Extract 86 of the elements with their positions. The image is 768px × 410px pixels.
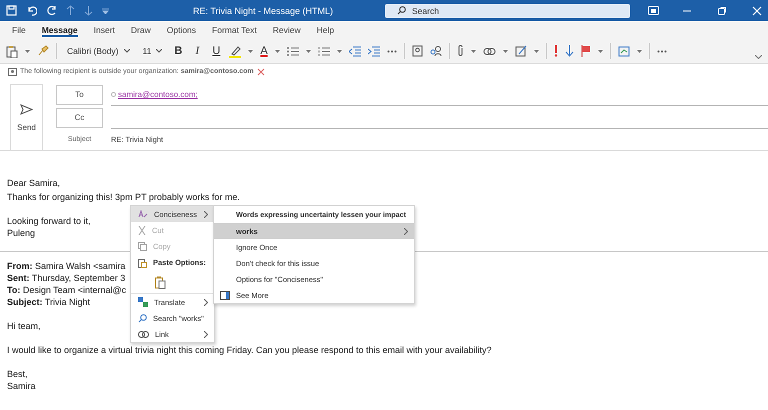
email-text: Looking forward to it, [7, 215, 91, 227]
ribbon-tab[interactable]: Options [158, 21, 204, 39]
copy-icon [138, 242, 147, 250]
undo-icon[interactable] [26, 5, 37, 16]
search-icon [397, 6, 406, 15]
caret-icon[interactable] [502, 50, 508, 52]
low-importance-icon[interactable] [564, 45, 574, 57]
cc-button[interactable]: Cc [56, 108, 103, 128]
paste-keep-text-icon[interactable] [155, 276, 166, 288]
caret-icon[interactable] [534, 50, 539, 52]
underline-button[interactable]: U [210, 45, 222, 57]
close-icon[interactable] [256, 68, 265, 76]
ribbon-tab[interactable]: Message [42, 23, 78, 37]
chevron-right-icon [204, 298, 208, 306]
email-text: Best, [7, 368, 28, 380]
customize-caret-icon[interactable] [102, 8, 109, 14]
ribbon-tab[interactable]: File [4, 21, 34, 39]
send-button[interactable]: Send [10, 84, 43, 151]
ribbon-tab[interactable]: Review [264, 21, 309, 39]
email-text: Puleng [7, 227, 36, 239]
more-icon[interactable] [386, 50, 397, 52]
caret-icon[interactable] [470, 50, 476, 52]
chevron-right-icon [404, 228, 408, 234]
bold-button[interactable]: B [172, 45, 184, 57]
decrease-indent-icon[interactable] [348, 46, 361, 56]
chevron-right-icon [204, 210, 208, 218]
signature-icon[interactable] [514, 45, 527, 57]
email-text: I would like to organize a virtual trivia night this coming Friday. Can you please respond to this email with your availability? [7, 344, 492, 356]
search-field[interactable]: Search [385, 4, 630, 18]
see-more-icon [220, 290, 230, 300]
email-text: Dear Samira, [7, 177, 60, 189]
chevron-icon [124, 49, 130, 53]
flag-icon[interactable] [580, 45, 591, 57]
italic-button[interactable]: I [191, 45, 204, 57]
email-header-line: From: Samira Walsh <samira [7, 260, 126, 272]
clipboard-icon [138, 258, 147, 268]
email-text: Hi team, [7, 320, 41, 332]
restore-icon[interactable] [717, 6, 727, 16]
email-header-line: To: Design Team <internal@c [7, 284, 126, 296]
email-text: Thanks for organizing this! 3pm PT probably works for me. [7, 191, 240, 203]
paste-icon[interactable] [6, 44, 18, 58]
email-header-line: Sent: Thursday, September 3 [7, 272, 126, 284]
spelling-icon [138, 210, 148, 218]
email-text: Samira [7, 380, 36, 392]
format-painter-icon[interactable] [37, 45, 49, 57]
down-arrow-icon[interactable] [84, 5, 93, 16]
address-book-icon[interactable] [412, 45, 423, 57]
search-icon [138, 314, 147, 322]
highlighter-icon[interactable] [229, 44, 242, 58]
window-title: RE: Trivia Night - Message (HTML) [192, 6, 334, 16]
translate-icon [138, 297, 148, 307]
to-field[interactable]: samira@contoso.com; [111, 84, 768, 106]
save-icon[interactable] [6, 5, 17, 16]
link-icon [138, 330, 149, 338]
high-importance-icon[interactable] [554, 45, 558, 57]
bullets-icon[interactable] [286, 46, 299, 56]
chevron-right-icon [204, 330, 208, 338]
ribbon-tab[interactable]: Help [308, 21, 342, 39]
ribbon-tab[interactable]: Draw [122, 21, 159, 39]
paperclip-icon[interactable] [456, 45, 464, 57]
increase-indent-icon[interactable] [368, 46, 380, 56]
caret-icon[interactable] [636, 50, 642, 52]
check-names-icon[interactable] [430, 45, 442, 57]
caret-icon[interactable] [274, 50, 280, 52]
to-button[interactable]: To [56, 85, 103, 105]
font-dropdown[interactable]: Calibri (Body) [64, 43, 132, 59]
ribbon-tab[interactable]: Insert [86, 21, 123, 39]
caret-icon[interactable] [336, 50, 342, 52]
caret-icon[interactable] [306, 50, 311, 52]
collapse-ribbon-icon[interactable] [755, 55, 762, 59]
link-icon[interactable] [482, 46, 496, 56]
caret-icon[interactable] [25, 50, 30, 52]
scissors-icon [138, 226, 146, 234]
circle-icon [111, 92, 116, 97]
caret-icon[interactable] [598, 50, 603, 52]
chevron-icon [156, 49, 162, 53]
font-size-dropdown[interactable]: 11 [140, 43, 166, 59]
email-header-line: Subject: Trivia Night [7, 296, 90, 308]
more-icon[interactable] [656, 50, 667, 52]
caret-icon[interactable] [248, 50, 254, 52]
redo-icon[interactable] [46, 5, 57, 16]
numbering-icon[interactable] [318, 46, 330, 56]
ribbon-tab[interactable]: Format Text [204, 21, 265, 39]
up-arrow-icon[interactable] [66, 5, 75, 16]
font-color-button[interactable]: A [260, 45, 268, 57]
send-icon [20, 104, 33, 114]
